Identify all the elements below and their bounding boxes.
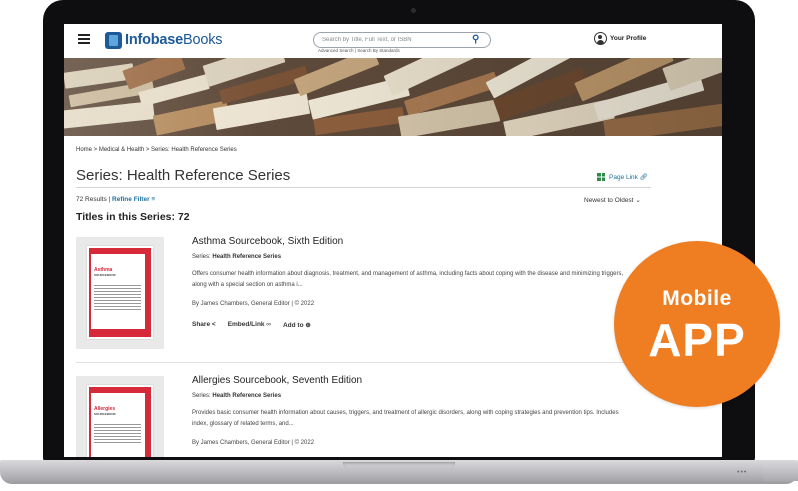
book-cover: Allergies SOURCEBOOK — [87, 385, 153, 457]
search-icon[interactable]: ⚲ — [472, 34, 479, 46]
logo-suffix: Books — [183, 32, 223, 48]
sort-dropdown[interactable]: Newest to Oldest ⌄ — [584, 196, 641, 204]
plus-circle-icon: ⊕ — [305, 322, 311, 329]
book-actions: Share < Embed/Link ∞ Add to ⊕ — [192, 321, 323, 329]
share-icon: < — [211, 321, 216, 328]
book-description: Provides basic consumer health informati… — [192, 410, 619, 427]
book-thumbnail[interactable]: Asthma SOURCEBOOK — [76, 237, 164, 349]
results-bar: 72 Results | Refine Filter ≡ — [76, 196, 156, 203]
profile-button[interactable]: Your Profile — [594, 32, 646, 45]
badge-big-text: APP — [648, 314, 746, 366]
book-cover: Asthma SOURCEBOOK — [87, 246, 153, 339]
infobase-books-logo[interactable]: InfobaseBooks — [105, 29, 223, 51]
search-input[interactable] — [322, 34, 462, 46]
mobile-app-badge: Mobile APP — [614, 241, 780, 407]
chevron-down-icon: ⌄ — [635, 197, 641, 204]
link-icon: ∞ — [266, 321, 271, 328]
laptop-side — [763, 465, 798, 481]
sort-value: Newest to Oldest — [584, 197, 634, 204]
laptop-notch — [343, 462, 455, 469]
advanced-search-link[interactable]: Advanced Search — [318, 48, 354, 53]
book-byline: By James Chambers, General Editor | © 20… — [192, 301, 315, 307]
page-title: Series: Health Reference Series — [76, 167, 291, 184]
badge-small-text: Mobile — [662, 287, 732, 310]
logo-prefix: Infobase — [125, 32, 184, 48]
book-byline: By James Chambers, General Editor | © 20… — [192, 440, 315, 446]
camera-dot — [411, 8, 416, 13]
breadcrumb[interactable]: Home > Medical & Health > Series: Health… — [76, 147, 237, 153]
profile-label: Your Profile — [610, 35, 647, 42]
share-button[interactable]: Share < — [192, 321, 216, 329]
book-list-item: Asthma SOURCEBOOK Asthma Sourcebook, Six… — [76, 236, 651, 357]
search-links: Advanced Search | Search By Standards — [318, 48, 400, 53]
cover-subtitle: SOURCEBOOK — [94, 273, 116, 277]
embed-link-button[interactable]: Embed/Link ∞ — [228, 321, 271, 329]
hamburger-menu-icon[interactable] — [78, 34, 90, 44]
title-divider — [76, 187, 651, 188]
filter-icon[interactable]: ≡ — [151, 196, 155, 203]
list-divider — [76, 362, 651, 363]
add-to-button[interactable]: Add to ⊕ — [283, 321, 311, 329]
book-title-link[interactable]: Asthma Sourcebook, Sixth Edition — [192, 236, 343, 247]
cover-subtitle: SOURCEBOOK — [94, 412, 116, 416]
page-link-button[interactable]: Page Link 🔗︎ — [597, 173, 648, 181]
grid-icon — [597, 173, 605, 181]
page-link-label: Page Link — [609, 173, 638, 181]
book-thumbnail[interactable]: Allergies SOURCEBOOK — [76, 376, 164, 457]
site-header: InfobaseBooks ⚲ Advanced Search | Search… — [64, 24, 722, 58]
book-list-item: Allergies SOURCEBOOK Allergies Sourceboo… — [76, 375, 651, 457]
browser-screen: InfobaseBooks ⚲ Advanced Search | Search… — [64, 24, 722, 457]
titles-heading: Titles in this Series: 72 — [76, 211, 190, 223]
laptop-ports: ••• — [737, 469, 748, 476]
series-name-link[interactable]: Health Reference Series — [212, 393, 281, 399]
series-name-link[interactable]: Health Reference Series — [212, 254, 281, 260]
link-icon: 🔗︎ — [637, 174, 648, 181]
series-label: Series: Health Reference Series — [192, 393, 282, 399]
logo-book-icon — [105, 31, 122, 49]
results-count: 72 Results — [76, 196, 107, 203]
books-banner-image — [64, 58, 722, 136]
search-by-standards-link[interactable]: Search By Standards — [357, 48, 400, 53]
refine-filter-link[interactable]: Refine Filter — [112, 196, 150, 203]
book-description: Offers consumer health information about… — [192, 271, 624, 288]
search-box: ⚲ — [313, 32, 491, 48]
book-title-link[interactable]: Allergies Sourcebook, Seventh Edition — [192, 375, 362, 386]
user-profile-icon — [594, 32, 607, 45]
series-label: Series: Health Reference Series — [192, 254, 282, 260]
